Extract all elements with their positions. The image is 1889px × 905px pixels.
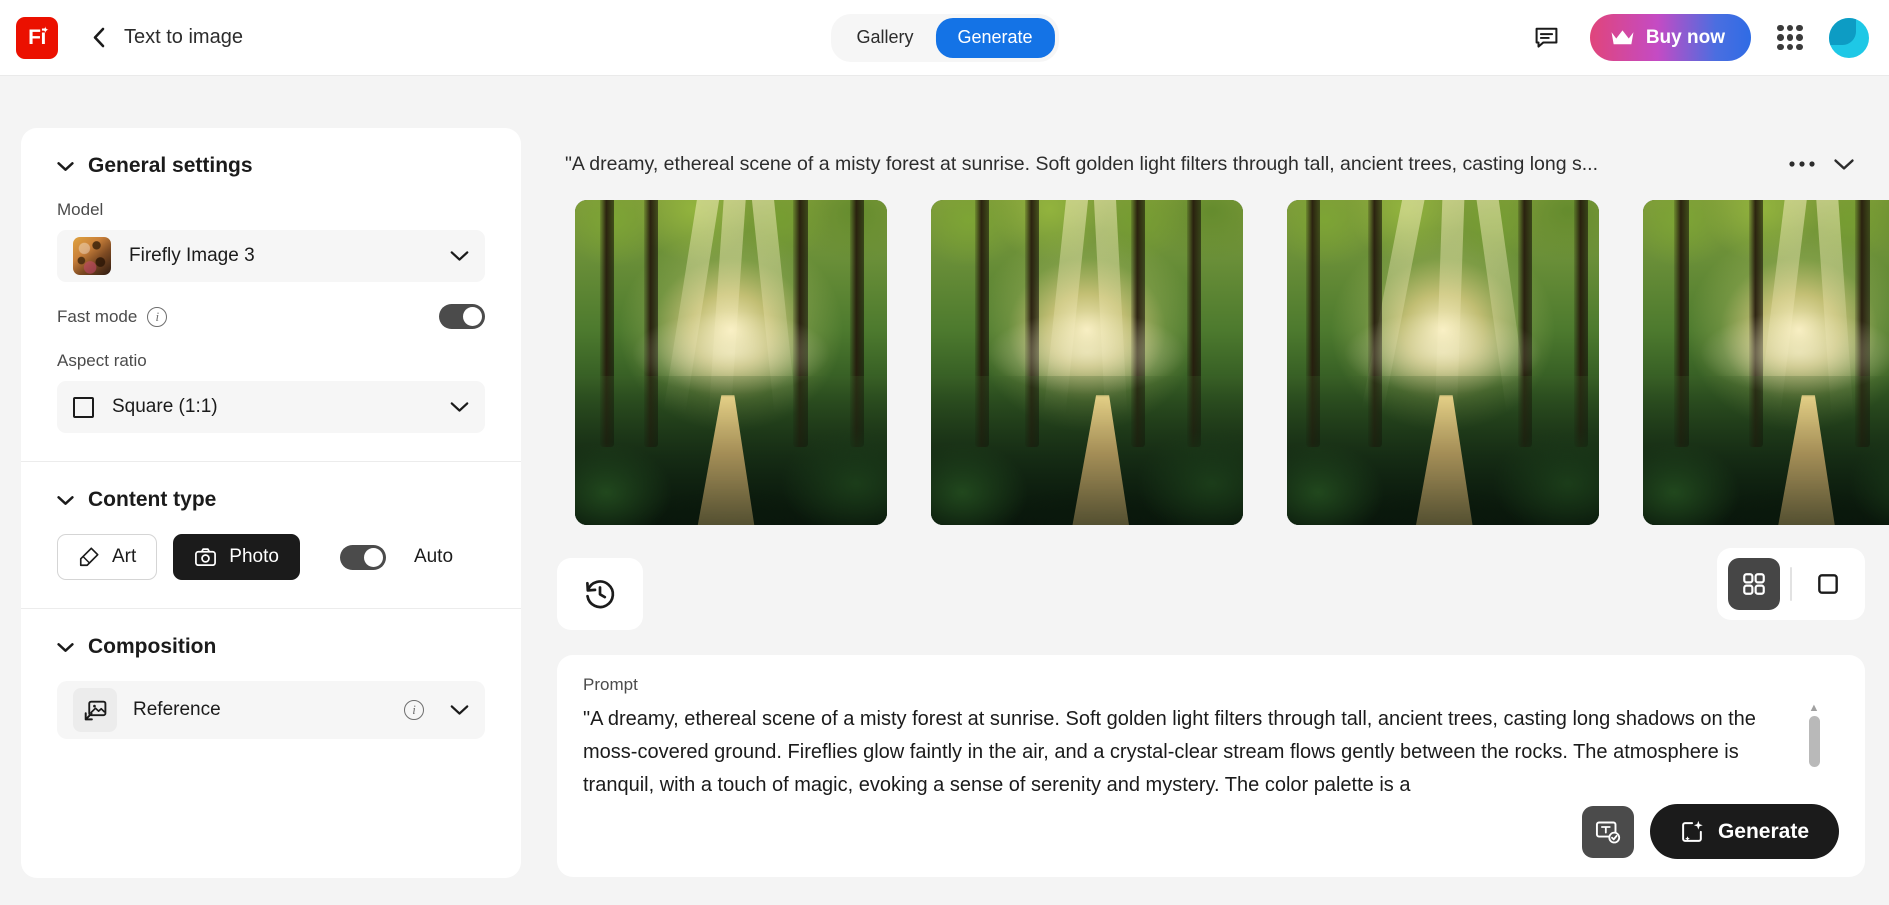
content-type-header[interactable]: Content type <box>57 488 485 512</box>
art-label: Art <box>112 546 137 567</box>
square-ratio-icon <box>73 396 94 418</box>
prompt-textarea[interactable]: "A dreamy, ethereal scene of a misty for… <box>583 703 1839 803</box>
crown-icon <box>1611 30 1634 45</box>
reference-label: Reference <box>133 699 221 720</box>
generated-image-thumbnail[interactable] <box>931 200 1243 525</box>
aspect-ratio-value: Square (1:1) <box>112 396 218 417</box>
chevron-down-icon <box>57 642 74 652</box>
app-grid-icon[interactable] <box>1777 24 1803 51</box>
tab-gallery[interactable]: Gallery <box>834 18 935 58</box>
buy-now-button[interactable]: Buy now <box>1589 14 1751 61</box>
history-clock-icon <box>586 580 615 609</box>
sparkle-icon: ✦ <box>41 24 49 35</box>
prompt-assist-button[interactable] <box>1581 805 1634 858</box>
generated-image-thumbnail[interactable] <box>1643 200 1889 525</box>
prompt-scrollbar[interactable]: ▲ ▼ <box>1805 703 1823 803</box>
composition-title: Composition <box>88 635 217 658</box>
fast-mode-label-group: Fast mode i <box>57 306 168 327</box>
app-header: Fi ✦ Text to image Gallery Generate Buy … <box>0 0 1889 76</box>
avatar[interactable] <box>1829 17 1869 58</box>
aspect-ratio-label: Aspect ratio <box>57 351 147 370</box>
chat-bubble-icon[interactable] <box>1530 21 1564 55</box>
aspect-ratio-select[interactable]: Square (1:1) <box>57 381 485 433</box>
content-type-options: Art Photo Auto <box>57 534 485 580</box>
chevron-down-icon[interactable] <box>450 704 469 716</box>
chevron-down-icon <box>57 495 74 505</box>
reference-image-icon <box>73 688 117 732</box>
prompt-text-value: "A dreamy, ethereal scene of a misty for… <box>583 708 1756 796</box>
section-general-settings: General settings Model Firefly Image 3 F… <box>21 128 521 461</box>
auto-label: Auto <box>413 546 454 567</box>
info-icon[interactable]: i <box>147 306 168 327</box>
section-content-type: Content type Art Photo Auto <box>21 461 521 608</box>
toggle-divider <box>1790 567 1792 601</box>
chevron-down-icon <box>450 251 469 261</box>
result-prompt-header: "A dreamy, ethereal scene of a misty for… <box>565 145 1865 183</box>
single-view-button[interactable] <box>1802 558 1854 610</box>
page-title: Text to image <box>124 26 243 48</box>
content-type-title: Content type <box>88 488 217 511</box>
composition-reference-row[interactable]: Reference i <box>57 681 485 739</box>
general-settings-header[interactable]: General settings <box>57 154 485 178</box>
chevron-down-icon <box>57 161 74 171</box>
chevron-down-icon <box>1834 158 1854 170</box>
brush-icon <box>79 547 99 567</box>
composition-header[interactable]: Composition <box>57 635 485 659</box>
scrollbar-thumb[interactable] <box>1808 716 1820 767</box>
model-select[interactable]: Firefly Image 3 <box>57 230 485 282</box>
section-composition: Composition Reference i <box>21 608 521 767</box>
grid-view-icon <box>1743 573 1765 595</box>
camera-icon <box>195 547 217 566</box>
prompt-input-card: Prompt "A dreamy, ethereal scene of a mi… <box>557 655 1865 877</box>
more-options-button[interactable] <box>1781 145 1823 183</box>
generated-images-grid <box>575 200 1889 525</box>
ellipsis-icon <box>1789 161 1815 167</box>
scroll-up-icon[interactable]: ▲ <box>1809 703 1820 714</box>
view-mode-toggle-group <box>1717 548 1865 620</box>
info-icon[interactable]: i <box>404 700 424 720</box>
content-type-art-button[interactable]: Art <box>57 534 158 580</box>
grid-view-button[interactable] <box>1728 558 1780 610</box>
chevron-left-icon <box>93 27 104 48</box>
auto-toggle[interactable] <box>339 544 386 570</box>
firefly-logo[interactable]: Fi ✦ <box>16 16 58 59</box>
generated-image-thumbnail[interactable] <box>575 200 887 525</box>
fast-mode-label: Fast mode <box>57 306 138 326</box>
prompt-label: Prompt <box>583 675 638 694</box>
back-button[interactable] <box>86 26 110 50</box>
general-settings-title: General settings <box>88 154 253 177</box>
generated-image-thumbnail[interactable] <box>1287 200 1599 525</box>
model-thumbnail-icon <box>73 237 111 275</box>
content-type-photo-button[interactable]: Photo <box>173 534 300 580</box>
prompt-action-buttons: Generate <box>1581 804 1839 859</box>
single-view-icon <box>1818 574 1838 594</box>
tab-generate[interactable]: Generate <box>935 17 1055 58</box>
model-label: Model <box>57 200 104 219</box>
sparkle-image-icon <box>1682 820 1703 842</box>
collapse-results-button[interactable] <box>1823 145 1865 183</box>
view-mode-segmented-control: Gallery Generate <box>830 13 1059 62</box>
header-actions: Buy now <box>1530 14 1869 61</box>
settings-sidebar: General settings Model Firefly Image 3 F… <box>21 128 521 878</box>
buy-now-label: Buy now <box>1645 26 1725 48</box>
model-value: Firefly Image 3 <box>129 245 255 266</box>
generate-label: Generate <box>1717 819 1809 843</box>
fast-mode-toggle[interactable] <box>439 304 485 329</box>
fast-mode-row: Fast mode i <box>57 304 485 329</box>
generate-button[interactable]: Generate <box>1649 804 1839 859</box>
chevron-down-icon <box>450 402 469 412</box>
result-prompt-text: "A dreamy, ethereal scene of a misty for… <box>565 152 1599 175</box>
photo-label: Photo <box>229 546 279 567</box>
history-button[interactable] <box>557 558 643 630</box>
text-check-icon <box>1596 821 1621 844</box>
